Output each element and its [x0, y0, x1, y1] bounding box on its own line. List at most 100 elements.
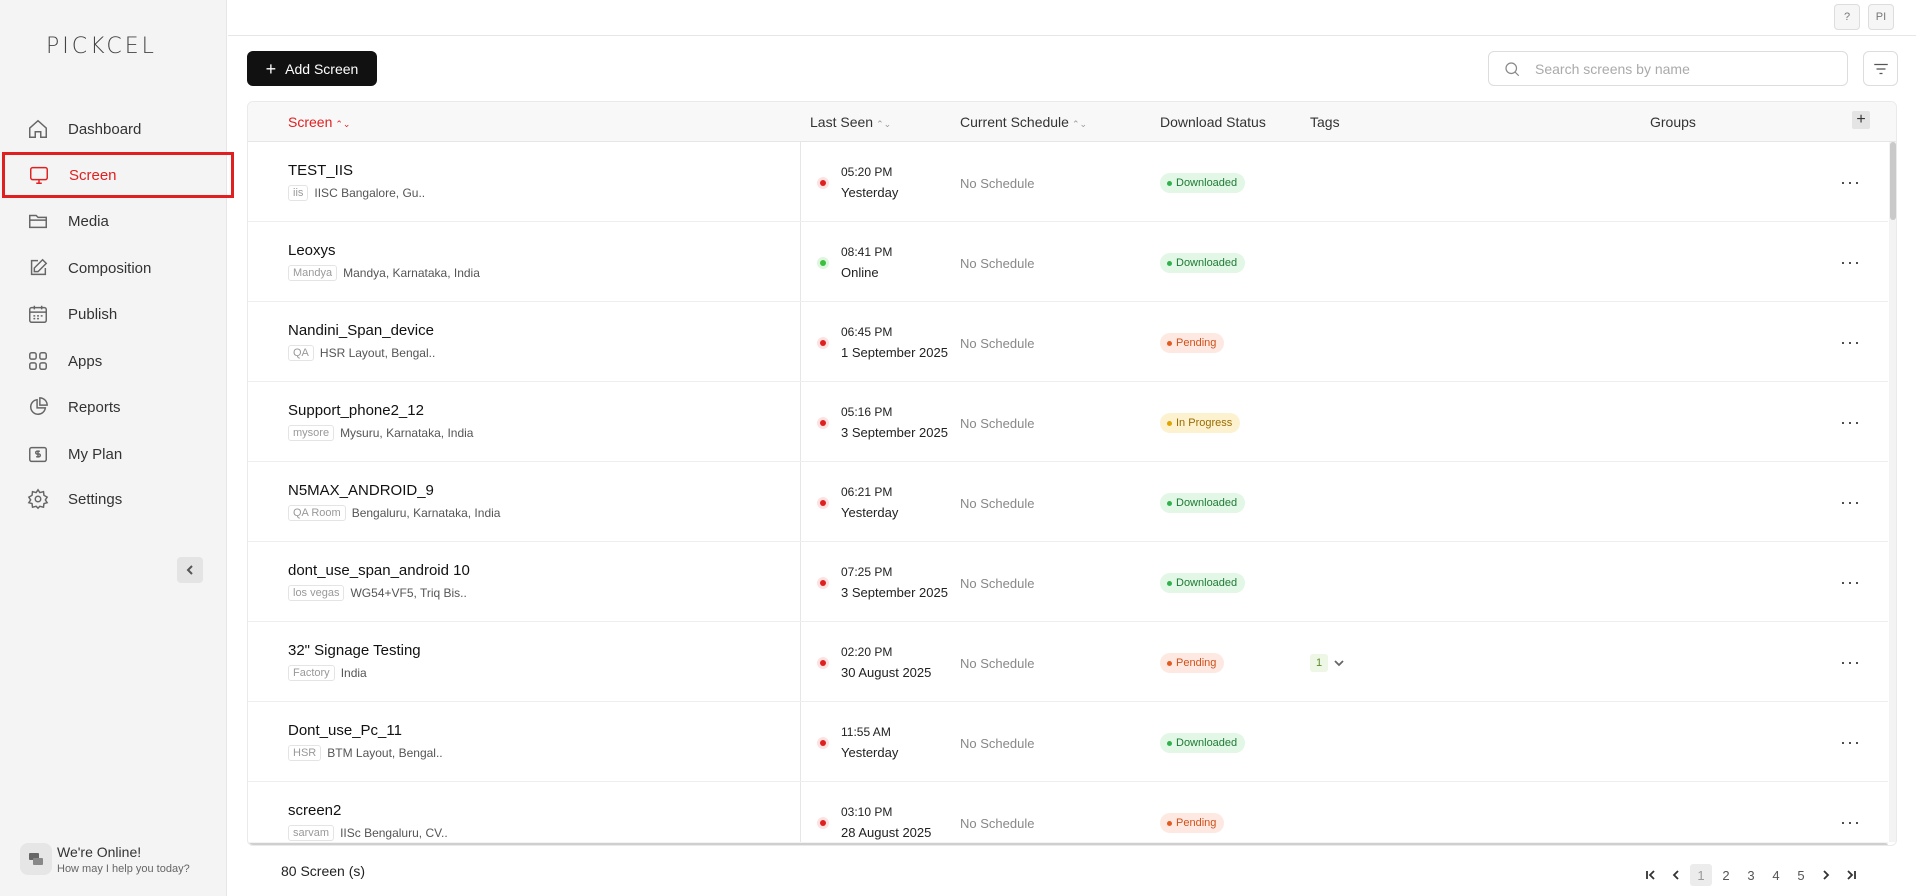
screen-tag: HSR	[288, 745, 322, 761]
previous-page-button[interactable]	[1665, 864, 1687, 886]
table-row[interactable]: N5MAX_ANDROID_9 QA Room Bengaluru, Karnata…	[248, 462, 1888, 542]
screen-name[interactable]: screen2	[288, 802, 341, 819]
last-seen-date: 30 August 2025	[841, 665, 932, 680]
sidebar-item-media[interactable]: Media	[0, 199, 227, 243]
add-column-button[interactable]: +	[1852, 111, 1870, 129]
more-options-button[interactable]: ···	[1840, 252, 1861, 273]
more-options-button[interactable]: ···	[1840, 572, 1861, 593]
page-button[interactable]: 1	[1690, 864, 1712, 886]
last-seen-date: Online	[841, 265, 879, 280]
table-row[interactable]: screen2 sarvam IISc Bengaluru, CV.. 03:10 P…	[248, 782, 1888, 845]
last-page-button[interactable]	[1840, 864, 1862, 886]
table-row[interactable]: Dont_use_Pc_11 HSR BTM Layout, Bengal.. 11:…	[248, 702, 1888, 782]
chat-widget[interactable]: We're Online! How may I help you today?	[20, 843, 190, 875]
screen-tag: mysore	[288, 425, 335, 441]
last-seen-date: Yesterday	[841, 185, 899, 200]
first-page-button[interactable]	[1640, 864, 1662, 886]
column-header-current-schedule[interactable]: Current Schedule ⌃⌄	[960, 114, 1087, 130]
page-button[interactable]: 4	[1765, 864, 1787, 886]
status-dot	[817, 177, 829, 189]
more-options-button[interactable]: ···	[1840, 732, 1861, 753]
app-logo[interactable]: PICKCEL	[46, 34, 157, 59]
status-dot	[817, 817, 829, 829]
screen-location: Mandya, Karnataka, India	[343, 266, 480, 280]
column-header-screen[interactable]: Screen ⌃⌄	[288, 114, 350, 130]
tag-count-badge[interactable]: 1	[1310, 654, 1329, 672]
sidebar-item-composition[interactable]: Composition	[0, 246, 227, 290]
more-options-button[interactable]: ···	[1840, 332, 1861, 353]
screen-name[interactable]: Nandini_Span_device	[288, 322, 434, 339]
add-screen-label: Add Screen	[285, 60, 359, 77]
download-status-badge: Downloaded	[1160, 493, 1246, 513]
screen-name[interactable]: Leoxys	[288, 242, 336, 259]
screen-name[interactable]: 32" Signage Testing	[288, 642, 421, 659]
scrollbar-thumb[interactable]	[1890, 142, 1896, 220]
add-screen-button[interactable]: + Add Screen	[247, 51, 377, 86]
sidebar-item-label: Dashboard	[68, 120, 142, 138]
chat-icon	[20, 843, 52, 875]
help-button[interactable]: ?	[1834, 4, 1860, 30]
page-button[interactable]: 3	[1740, 864, 1762, 886]
table-row[interactable]: Support_phone2_12 mysore Mysuru, Karnataka…	[248, 382, 1888, 462]
last-seen-time: 08:41 PM	[841, 245, 893, 259]
sidebar-item-label: My Plan	[68, 445, 123, 463]
collapse-sidebar-button[interactable]	[177, 557, 203, 583]
screen-name[interactable]: Dont_use_Pc_11	[288, 722, 402, 739]
search-input[interactable]	[1535, 60, 1835, 77]
last-seen-date: 3 September 2025	[841, 425, 948, 440]
last-seen-date: Yesterday	[841, 745, 899, 760]
gear-icon	[26, 487, 50, 511]
vertical-scrollbar[interactable]	[1889, 142, 1896, 842]
table-row[interactable]: Leoxys Mandya Mandya, Karnataka, India 08:4…	[248, 222, 1888, 302]
screen-tag: iis	[288, 185, 309, 201]
sidebar-item-reports[interactable]: Reports	[0, 385, 227, 429]
download-status-badge: Downloaded	[1160, 173, 1246, 193]
screen-meta: QA HSR Layout, Bengal..	[288, 345, 435, 361]
sidebar-item-dashboard[interactable]: Dashboard	[0, 107, 227, 151]
sidebar-item-screen[interactable]: Screen	[2, 152, 234, 198]
sidebar-item-settings[interactable]: Settings	[0, 477, 227, 521]
user-avatar[interactable]: PI	[1868, 4, 1894, 30]
page-button[interactable]: 2	[1715, 864, 1737, 886]
chevron-down-icon[interactable]	[1333, 656, 1345, 668]
horizontal-scrollbar[interactable]	[248, 842, 1888, 845]
table-header: Screen ⌃⌄ Last Seen ⌃⌄ Current Schedule ⌃⌄ …	[248, 102, 1896, 142]
search-box[interactable]	[1488, 51, 1848, 86]
last-seen-time: 02:20 PM	[841, 645, 893, 659]
sidebar-item-apps[interactable]: Apps	[0, 339, 227, 383]
table-row[interactable]: TEST_IIS iis IISC Bangalore, Gu.. 05:20 PM Y…	[248, 142, 1888, 222]
screen-location: IISC Bangalore, Gu..	[314, 186, 426, 200]
next-page-button[interactable]	[1815, 864, 1837, 886]
chat-subtitle: How may I help you today?	[57, 862, 190, 875]
calendar-icon	[26, 302, 50, 326]
status-dot	[817, 657, 829, 669]
screen-name[interactable]: Support_phone2_12	[288, 402, 424, 419]
sidebar-item-publish[interactable]: Publish	[0, 292, 227, 336]
chevron-right-icon	[1823, 870, 1830, 880]
sidebar-item-my-plan[interactable]: My Plan	[0, 432, 227, 476]
screen-name[interactable]: dont_use_span_android 10	[288, 562, 470, 579]
sidebar-item-label: Screen	[69, 166, 117, 184]
table-row[interactable]: Nandini_Span_device QA HSR Layout, Bengal.…	[248, 302, 1888, 382]
screen-tag: los vegas	[288, 585, 345, 601]
more-options-button[interactable]: ···	[1840, 812, 1861, 833]
table-row[interactable]: 32" Signage Testing Factory India 02:20 PM 3…	[248, 622, 1888, 702]
column-header-last-seen[interactable]: Last Seen ⌃⌄	[810, 114, 891, 130]
first-page-icon	[1646, 870, 1655, 880]
filter-button[interactable]	[1863, 51, 1898, 86]
screen-location: India	[340, 666, 367, 680]
last-seen-time: 05:16 PM	[841, 405, 893, 419]
screen-name[interactable]: N5MAX_ANDROID_9	[288, 482, 434, 499]
top-header: ? PI	[228, 0, 1916, 36]
screen-count: 80 Screen (s)	[281, 863, 366, 879]
more-options-button[interactable]: ···	[1840, 172, 1861, 193]
screen-name[interactable]: TEST_IIS	[288, 162, 353, 179]
page-button[interactable]: 5	[1790, 864, 1812, 886]
more-options-button[interactable]: ···	[1840, 492, 1861, 513]
screen-meta: mysore Mysuru, Karnataka, India	[288, 425, 473, 441]
table-row[interactable]: dont_use_span_android 10 los vegas WG54+VF…	[248, 542, 1888, 622]
more-options-button[interactable]: ···	[1840, 412, 1861, 433]
scrollbar-thumb[interactable]	[248, 843, 1888, 845]
plan-icon	[26, 442, 50, 466]
more-options-button[interactable]: ···	[1840, 652, 1861, 673]
